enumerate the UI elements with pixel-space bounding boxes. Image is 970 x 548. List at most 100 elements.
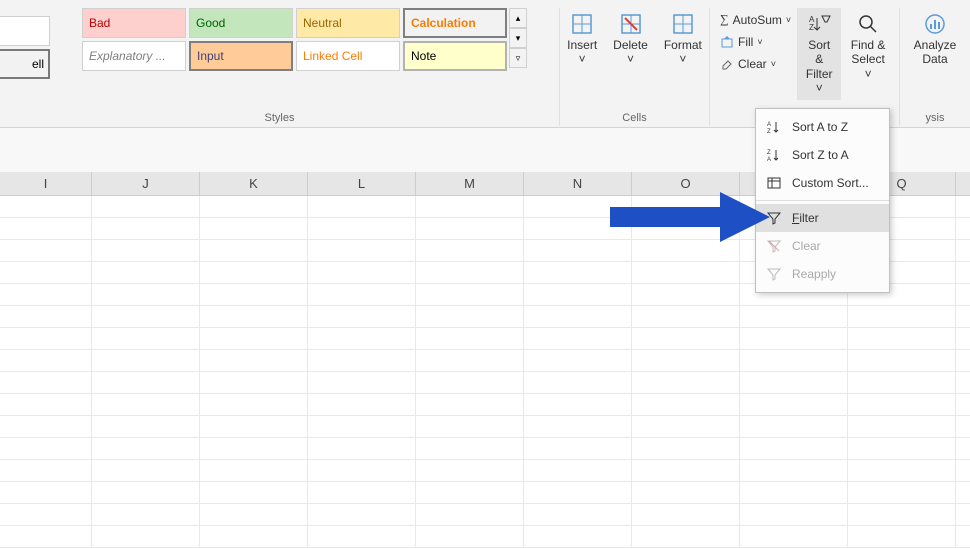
grid-cell[interactable]	[308, 284, 416, 305]
column-header-L[interactable]: L	[308, 172, 416, 195]
grid-cell[interactable]	[740, 394, 848, 415]
grid-cell[interactable]	[416, 306, 524, 327]
grid-cell[interactable]	[416, 482, 524, 503]
grid-cell[interactable]	[200, 504, 308, 525]
menu-filter[interactable]: Filter	[756, 204, 889, 232]
grid-cell[interactable]	[200, 240, 308, 261]
grid-cell[interactable]	[308, 504, 416, 525]
grid-cell[interactable]	[740, 438, 848, 459]
grid-cell[interactable]	[848, 460, 956, 481]
style-explanatory[interactable]: Explanatory ...	[82, 41, 186, 71]
grid-cell[interactable]	[632, 262, 740, 283]
grid-cell[interactable]	[200, 438, 308, 459]
grid-cell[interactable]	[416, 350, 524, 371]
grid-cell[interactable]	[308, 416, 416, 437]
grid-cell[interactable]	[200, 196, 308, 217]
grid-cell[interactable]	[416, 284, 524, 305]
grid-cell[interactable]	[92, 328, 200, 349]
grid-cell[interactable]	[200, 328, 308, 349]
column-header-M[interactable]: M	[416, 172, 524, 195]
styles-scroll-up-icon[interactable]: ▴	[509, 8, 527, 28]
grid-cell[interactable]	[0, 416, 92, 437]
styles-more-icon[interactable]: ▿	[509, 48, 527, 68]
clear-button[interactable]: Clear ˅	[716, 55, 795, 73]
grid-cell[interactable]	[740, 504, 848, 525]
grid-cell[interactable]	[416, 372, 524, 393]
grid-cell[interactable]	[524, 306, 632, 327]
delete-button[interactable]: Delete˅	[607, 8, 654, 71]
grid-cell[interactable]	[740, 416, 848, 437]
grid-cell[interactable]	[632, 438, 740, 459]
grid-cell[interactable]	[524, 504, 632, 525]
grid-cell[interactable]	[740, 526, 848, 547]
grid-cell[interactable]	[416, 526, 524, 547]
fill-button[interactable]: Fill ˅	[716, 33, 795, 51]
grid-cell[interactable]	[308, 438, 416, 459]
grid-cell[interactable]	[848, 482, 956, 503]
grid-cell[interactable]	[740, 328, 848, 349]
grid-cell[interactable]	[416, 460, 524, 481]
sort-filter-button[interactable]: AZ Sort & Filter ˅	[797, 8, 841, 100]
grid-cell[interactable]	[524, 328, 632, 349]
grid-cell[interactable]	[0, 372, 92, 393]
column-header-I[interactable]: I	[0, 172, 92, 195]
grid-cell[interactable]	[632, 526, 740, 547]
grid-cell[interactable]	[416, 416, 524, 437]
grid-cell[interactable]	[308, 218, 416, 239]
grid-cell[interactable]	[524, 350, 632, 371]
grid-cell[interactable]	[524, 240, 632, 261]
grid-cell[interactable]	[524, 284, 632, 305]
grid-cell[interactable]	[308, 394, 416, 415]
grid-cell[interactable]	[200, 306, 308, 327]
grid-cell[interactable]	[632, 482, 740, 503]
style-cell-partial-2[interactable]: ell	[0, 49, 50, 79]
grid-cell[interactable]	[200, 394, 308, 415]
style-good[interactable]: Good	[189, 8, 293, 38]
grid-cell[interactable]	[632, 394, 740, 415]
style-input[interactable]: Input	[189, 41, 293, 71]
grid-cell[interactable]	[200, 526, 308, 547]
column-header-K[interactable]: K	[200, 172, 308, 195]
grid-cell[interactable]	[200, 284, 308, 305]
grid-cell[interactable]	[92, 196, 200, 217]
grid-cell[interactable]	[308, 328, 416, 349]
grid-cell[interactable]	[200, 460, 308, 481]
grid-cell[interactable]	[0, 240, 92, 261]
grid-cell[interactable]	[92, 350, 200, 371]
grid-cell[interactable]	[92, 438, 200, 459]
grid-cell[interactable]	[848, 372, 956, 393]
styles-scroll-down-icon[interactable]: ▾	[509, 28, 527, 48]
grid-cell[interactable]	[92, 416, 200, 437]
grid-cell[interactable]	[0, 504, 92, 525]
grid-cell[interactable]	[416, 218, 524, 239]
grid-cell[interactable]	[632, 504, 740, 525]
grid-cell[interactable]	[308, 350, 416, 371]
grid-cell[interactable]	[308, 306, 416, 327]
grid-cell[interactable]	[0, 438, 92, 459]
grid-cell[interactable]	[92, 262, 200, 283]
grid-cell[interactable]	[416, 196, 524, 217]
insert-button[interactable]: Insert˅	[561, 8, 603, 71]
grid-cell[interactable]	[0, 218, 92, 239]
grid-cell[interactable]	[308, 372, 416, 393]
grid-cell[interactable]	[524, 416, 632, 437]
grid-cell[interactable]	[0, 394, 92, 415]
grid-cell[interactable]	[740, 306, 848, 327]
grid-cell[interactable]	[0, 526, 92, 547]
grid-cell[interactable]	[524, 482, 632, 503]
grid-cell[interactable]	[0, 262, 92, 283]
grid-cell[interactable]	[740, 350, 848, 371]
grid-cell[interactable]	[848, 394, 956, 415]
autosum-button[interactable]: ∑ AutoSum ˅	[716, 10, 795, 29]
grid-cell[interactable]	[200, 416, 308, 437]
grid-cell[interactable]	[524, 460, 632, 481]
grid-cell[interactable]	[740, 372, 848, 393]
grid-cell[interactable]	[92, 284, 200, 305]
grid-cell[interactable]	[416, 394, 524, 415]
grid-cell[interactable]	[524, 438, 632, 459]
grid-cell[interactable]	[308, 482, 416, 503]
grid-cell[interactable]	[92, 240, 200, 261]
analyze-data-button[interactable]: Analyze Data	[908, 8, 963, 71]
grid-cell[interactable]	[0, 460, 92, 481]
grid-cell[interactable]	[632, 350, 740, 371]
